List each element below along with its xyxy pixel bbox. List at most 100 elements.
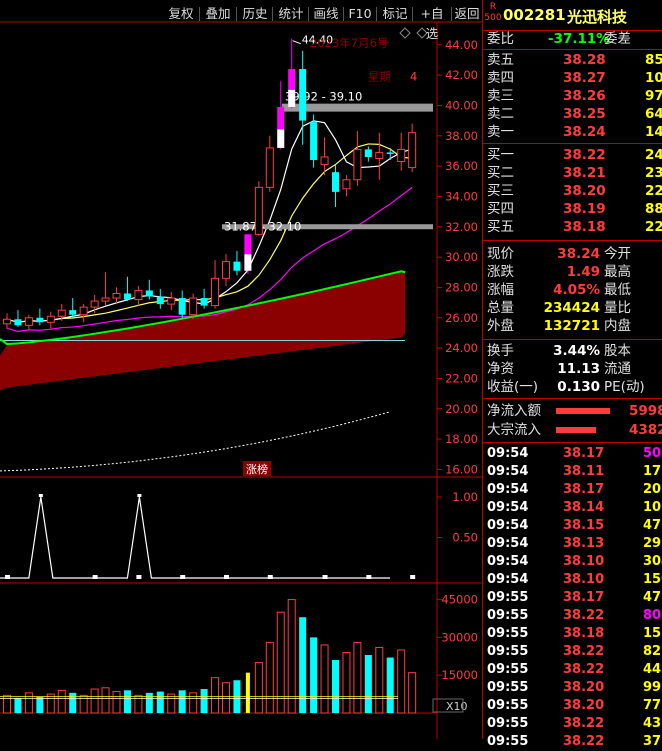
- volume-bar-down: [36, 696, 44, 713]
- candle-body-down: [200, 298, 208, 306]
- tick-price: 38.14: [563, 500, 605, 515]
- stat-label: 总量: [487, 300, 514, 316]
- tick-time: 09:54: [487, 446, 529, 461]
- weibi-label: 委比: [487, 31, 514, 47]
- tick-vol: 441: [643, 662, 662, 677]
- sell-volume: 855: [645, 52, 662, 68]
- sell-row: 卖五 38.28 855: [483, 51, 662, 69]
- candle-body-up: [101, 297, 110, 302]
- volume-bar-down: [69, 692, 77, 713]
- tick-vol: 476: [643, 518, 662, 533]
- chart-toolbar: 复权 叠加 历史 统计 画线 F10 标记 +自选 返回: [0, 4, 482, 41]
- buy-price: 38.21: [563, 165, 606, 181]
- weekday-value: 4: [410, 70, 417, 84]
- fin-value: 3.44%: [553, 343, 600, 359]
- toolbar-button-0[interactable]: 复权: [165, 4, 197, 24]
- tick-vol: 99: [643, 680, 662, 695]
- volume-bar-down: [200, 689, 208, 713]
- volume-bar-up: [265, 641, 274, 714]
- candle-body-up: [134, 289, 143, 301]
- sell-row: 卖二 38.25 649: [483, 105, 662, 123]
- toolbar-button-6[interactable]: 标记: [380, 4, 410, 24]
- buy-row: 买五 38.18 223: [483, 218, 662, 236]
- candle-body-up: [353, 148, 362, 181]
- flow-label: 净流入额: [487, 403, 541, 419]
- badge-top: R: [489, 2, 497, 12]
- tick-row: 09:54 38.10 150: [483, 571, 662, 589]
- volume-bar-up: [408, 672, 417, 714]
- tick-time: 09:54: [487, 482, 529, 497]
- tick-time: 09:54: [487, 518, 529, 533]
- indicator-base-marker: [180, 575, 186, 579]
- toolbar-button-5[interactable]: F10: [346, 4, 374, 24]
- toolbar-button-7[interactable]: +自选: [415, 4, 449, 41]
- tick-price: 38.22: [563, 608, 605, 623]
- tick-vol: 178: [643, 464, 662, 479]
- stock-name: 光迅科技: [567, 8, 628, 26]
- stock-code: 002281: [503, 6, 566, 24]
- toolbar-button-3[interactable]: 统计: [276, 4, 306, 24]
- indicator-base-marker: [322, 575, 328, 579]
- volume-bar-down: [123, 690, 131, 713]
- volume-bar-down: [310, 637, 318, 713]
- toolbar-button-8[interactable]: 返回: [452, 4, 482, 24]
- tick-vol: 105: [643, 500, 662, 515]
- tick-time: 09:54: [487, 572, 529, 587]
- tick-vol: 291: [643, 536, 662, 551]
- divider: [483, 339, 662, 340]
- volume-bar-down: [14, 697, 22, 713]
- divider: [483, 143, 662, 144]
- diamond-icon: [399, 27, 411, 39]
- sell-price: 38.28: [563, 52, 606, 68]
- candle-body-up: [79, 306, 88, 316]
- price-axis-label: 42.00: [445, 68, 478, 82]
- indicator-base-marker: [5, 575, 10, 579]
- volume-bar-up: [320, 644, 329, 714]
- candle-body-limit-up-mark: [244, 254, 252, 271]
- zhangting-label: 涨榜: [246, 462, 268, 476]
- stat-row: 外盘 132721 内盘: [483, 317, 662, 335]
- toolbar-button-1[interactable]: 叠加: [202, 4, 234, 24]
- tick-price: 38.17: [563, 590, 605, 605]
- buy-volume: 227: [645, 183, 662, 199]
- candle-body-limit-up-mark: [277, 129, 285, 148]
- tick-time: 09:54: [487, 464, 529, 479]
- tick-row: 09:55 38.17 478: [483, 589, 662, 607]
- candle-body-down: [145, 290, 153, 297]
- indicator-axis-label: 1.00: [452, 490, 478, 504]
- sell-label: 卖三: [487, 88, 514, 104]
- tick-price: 38.10: [563, 554, 605, 569]
- tick-row: 09:54 38.17 205: [483, 481, 662, 499]
- sell-row: 卖一 38.24 14: [483, 123, 662, 141]
- tick-row: 09:54 38.14 105: [483, 499, 662, 517]
- toolbar-button-2[interactable]: 历史: [240, 4, 270, 24]
- high-arrow: [292, 40, 301, 45]
- indicator-base-marker: [410, 575, 416, 579]
- toolbar-separator: [376, 7, 377, 21]
- kline-chart[interactable]: 44.00 42.00 40.00 38.00 36.00 34.00 32.00 30.00…: [0, 0, 482, 739]
- fin-label: 净资: [487, 361, 514, 377]
- buy-label: 买四: [487, 201, 514, 217]
- toolbar-button-4[interactable]: 画线: [311, 4, 341, 24]
- stat-row: 涨跌 1.49 最高: [483, 263, 662, 281]
- tick-vol: 478: [643, 590, 662, 605]
- indicator-base-marker: [92, 575, 98, 579]
- buy-price: 38.18: [563, 219, 606, 235]
- tick-vol: 150: [643, 572, 662, 587]
- tick-vol: 509: [643, 446, 662, 461]
- tick-row: 09:54 38.15 476: [483, 517, 662, 535]
- candle-body-down: [14, 319, 22, 326]
- buy-row: 买四 38.19 88: [483, 200, 662, 218]
- buy-row: 买二 38.21 233: [483, 164, 662, 182]
- stat-value: 38.24: [557, 246, 600, 262]
- weibi-row: 委比 -37.11% 委差: [483, 30, 662, 48]
- volume-bar-down: [386, 657, 394, 713]
- candle-body-up: [254, 186, 263, 235]
- candle-body-up: [342, 179, 351, 190]
- stat-right-label: 最低: [604, 282, 631, 298]
- stat-value: 1.49: [566, 264, 600, 280]
- sell-volume: 105: [645, 70, 662, 86]
- tick-time: 09:55: [487, 644, 529, 659]
- candle-body-up: [222, 261, 230, 279]
- chart-area[interactable]: 44.00 42.00 40.00 38.00 36.00 34.00 32.00 30.00…: [0, 0, 482, 739]
